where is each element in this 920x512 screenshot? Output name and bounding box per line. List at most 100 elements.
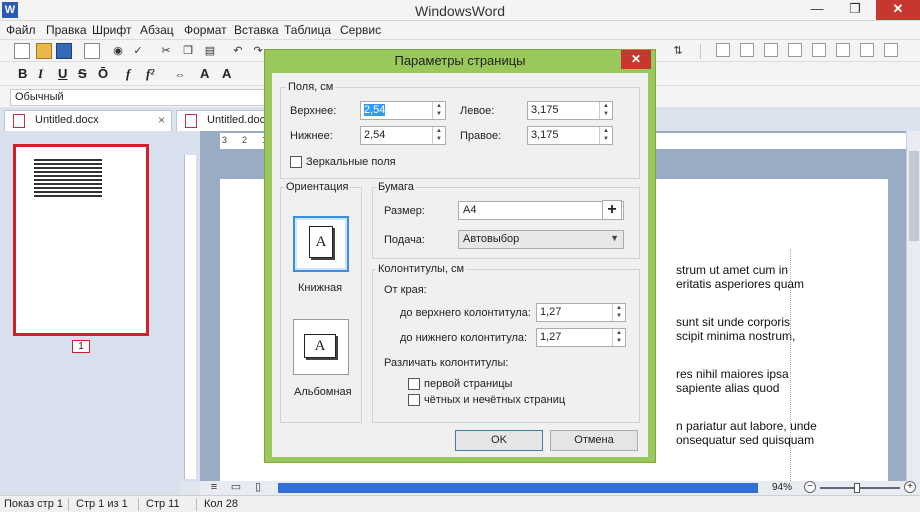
zoom-in-button[interactable]: + <box>904 481 916 493</box>
menu-paragraph[interactable]: Абзац <box>140 23 174 37</box>
menu-insert[interactable]: Вставка <box>234 23 279 37</box>
spin-arrows-icon[interactable]: ▲ ▼ <box>432 102 445 119</box>
top-margin-label: Верхнее: <box>290 105 337 117</box>
border-box-icon[interactable] <box>836 43 850 57</box>
thumbnail-page-number: 1 <box>72 340 90 353</box>
dialog-title: Параметры страницы <box>394 53 526 68</box>
header-footer-group-label: Колонтитулы, см <box>376 263 467 275</box>
horizontal-scroll-row: ≡ ▭ ▯ 94% − + <box>200 481 920 495</box>
orientation-group-label: Ориентация <box>284 181 351 193</box>
spellcheck-icon[interactable]: ✓ <box>130 43 146 59</box>
undo-icon[interactable]: ↶ <box>230 43 246 59</box>
cancel-button[interactable]: Отмена <box>550 430 638 451</box>
menu-font[interactable]: Шрифт <box>92 23 131 37</box>
paper-group-label: Бумага <box>376 181 416 193</box>
border-box-icon[interactable] <box>788 43 802 57</box>
top-margin-input[interactable]: 2,54 ▲ ▼ <box>360 101 446 120</box>
superscript-button[interactable]: f² <box>146 66 154 82</box>
print-icon[interactable] <box>84 43 100 59</box>
paper-feed-select[interactable]: Автовыбор ▼ <box>458 230 624 249</box>
underline-button[interactable]: U <box>58 66 67 81</box>
restore-button[interactable]: ❐ <box>840 0 870 20</box>
close-window-button[interactable]: ✕ <box>876 0 920 20</box>
spin-arrows-icon[interactable]: ▲ ▼ <box>599 127 612 144</box>
vertical-scroll-thumb[interactable] <box>909 151 919 241</box>
mirror-margins-label: Зеркальные поля <box>306 156 396 168</box>
window-title: WindowsWord <box>415 3 505 19</box>
menu-file[interactable]: Файл <box>6 23 36 37</box>
save-icon[interactable] <box>56 43 72 59</box>
document-text-line: sapiente alias quod <box>676 381 780 395</box>
vertical-scrollbar[interactable] <box>906 131 920 481</box>
menu-format[interactable]: Формат <box>184 23 227 37</box>
document-text-line: res nihil maiores ipsa <box>676 367 789 381</box>
close-tab-icon[interactable]: × <box>158 113 165 127</box>
subscript-button[interactable]: f <box>126 66 130 82</box>
overline-button[interactable]: Ō <box>98 66 108 81</box>
status-separator <box>196 498 197 511</box>
document-text-line: scipit minima nostrum, <box>676 329 796 343</box>
add-paper-size-button[interactable]: + <box>602 200 622 220</box>
open-folder-icon[interactable] <box>36 43 52 59</box>
horizontal-scrollbar[interactable] <box>278 483 758 493</box>
right-margin-input[interactable]: 3,175 ▲ ▼ <box>527 126 613 145</box>
zoom-out-button[interactable]: − <box>804 481 816 493</box>
view-page-icon[interactable]: ▭ <box>228 479 244 495</box>
mirror-margins-checkbox[interactable] <box>290 156 302 168</box>
bottom-margin-input[interactable]: 2,54 ▲ ▼ <box>360 126 446 145</box>
find-icon[interactable]: ◉ <box>110 43 126 59</box>
paper-size-select[interactable]: A4 ▼ <box>458 201 624 220</box>
style-selector[interactable]: Обычный <box>10 89 265 106</box>
vertical-ruler-scale <box>184 155 196 479</box>
border-box-icon[interactable] <box>884 43 898 57</box>
shrink-font-button[interactable]: A <box>222 66 231 81</box>
tab-document-2[interactable]: Untitled.docx <box>176 110 271 131</box>
menu-bar: Файл Правка Шрифт Абзац Формат Вставка Т… <box>0 21 920 39</box>
view-layout-icon[interactable]: ≡ <box>206 479 222 495</box>
ruler-mark: 3 <box>222 135 228 145</box>
bold-button[interactable]: B <box>18 66 27 81</box>
ok-button[interactable]: OK <box>455 430 543 451</box>
dialog-body: Поля, см Верхнее: 2,54 ▲ ▼ Нижнее: 2,54 ▲… <box>272 73 648 457</box>
landscape-option[interactable]: A <box>293 319 349 375</box>
zoom-slider-knob[interactable] <box>854 483 860 493</box>
tab-label: Untitled.docx <box>35 114 99 126</box>
minimize-button[interactable]: — <box>802 0 832 20</box>
zoom-slider[interactable] <box>820 487 900 489</box>
menu-edit[interactable]: Правка <box>46 23 87 37</box>
menu-table[interactable]: Таблица <box>284 23 331 37</box>
cut-icon[interactable]: ✂ <box>158 43 174 59</box>
tab-document-1[interactable]: Untitled.docx × <box>4 110 172 131</box>
grow-font-button[interactable]: A <box>200 66 209 81</box>
new-document-icon[interactable] <box>14 43 30 59</box>
border-box-icon[interactable] <box>764 43 778 57</box>
first-page-checkbox[interactable] <box>408 378 420 390</box>
spin-arrows-icon[interactable]: ▲ ▼ <box>612 329 625 346</box>
italic-button[interactable]: I <box>38 66 43 82</box>
border-box-icon[interactable] <box>716 43 730 57</box>
spin-arrows-icon[interactable]: ▲ ▼ <box>612 304 625 321</box>
document-text-line: sunt sit unde corporis <box>676 315 791 329</box>
title-bar: W WindowsWord — ❐ ✕ <box>0 0 920 21</box>
page-thumbnail[interactable] <box>13 144 149 336</box>
border-box-icon[interactable] <box>860 43 874 57</box>
view-web-icon[interactable]: ▯ <box>250 479 266 495</box>
spin-arrows-icon[interactable]: ▲ ▼ <box>599 102 612 119</box>
footer-distance-label: до нижнего колонтитула: <box>400 332 528 344</box>
link-icon[interactable]: ⇔ <box>172 67 188 83</box>
sort-icon[interactable]: ⇅ <box>670 43 686 59</box>
border-box-icon[interactable] <box>740 43 754 57</box>
copy-icon[interactable]: ❐ <box>180 43 196 59</box>
footer-distance-input[interactable]: 1,27 ▲ ▼ <box>536 328 626 347</box>
odd-even-checkbox[interactable] <box>408 394 420 406</box>
menu-tools[interactable]: Сервис <box>340 23 381 37</box>
portrait-option[interactable]: A <box>293 216 349 272</box>
paste-icon[interactable]: ▤ <box>202 43 218 59</box>
strikethrough-button[interactable]: S <box>78 66 87 81</box>
status-separator <box>138 498 139 511</box>
header-distance-input[interactable]: 1,27 ▲ ▼ <box>536 303 626 322</box>
left-margin-input[interactable]: 3,175 ▲ ▼ <box>527 101 613 120</box>
spin-arrows-icon[interactable]: ▲ ▼ <box>432 127 445 144</box>
dialog-close-button[interactable]: ✕ <box>621 50 651 69</box>
border-box-icon[interactable] <box>812 43 826 57</box>
